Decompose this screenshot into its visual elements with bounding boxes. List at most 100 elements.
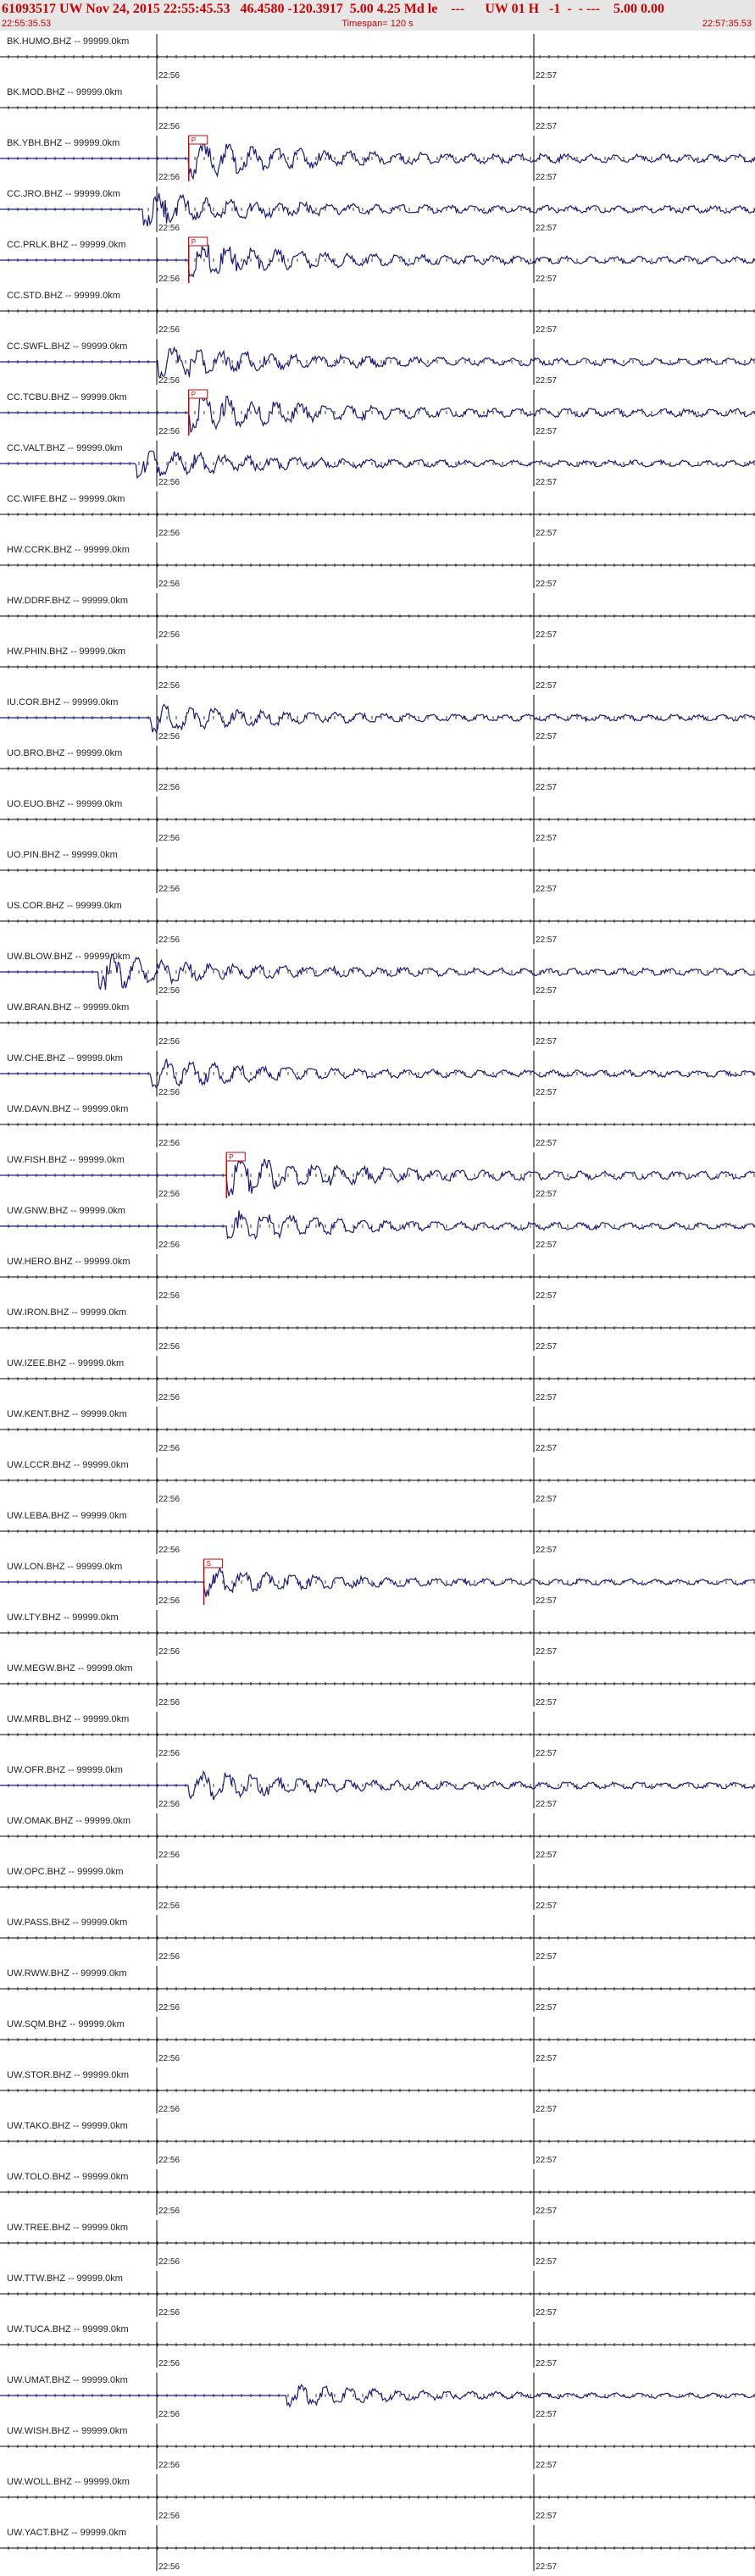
- time-tick-label: 22:57: [536, 2156, 557, 2165]
- time-tick-label: 22:57: [536, 2308, 557, 2318]
- channel-label: UW.GNW.BHZ -- 99999.0km: [7, 1206, 125, 1216]
- channel-label: IU.COR.BHZ -- 99999.0km: [7, 697, 118, 708]
- time-tick-label: 22:56: [158, 1190, 180, 1199]
- time-tick-label: 22:57: [536, 2512, 557, 2521]
- time-tick-label: 22:57: [536, 427, 557, 436]
- time-tick-label: 22:56: [158, 1037, 180, 1046]
- time-tick-label: 22:57: [536, 1342, 557, 1352]
- time-tick-label: 22:56: [158, 173, 180, 182]
- time-tick-label: 22:56: [158, 224, 180, 233]
- channel-label: HW.PHIN.BHZ -- 99999.0km: [7, 647, 125, 657]
- channel-label: UW.RWW.BHZ -- 99999.0km: [7, 1968, 127, 1979]
- time-tick-label: 22:56: [158, 935, 180, 945]
- time-tick-label: 22:57: [536, 885, 557, 894]
- time-tick-label: 22:56: [158, 2562, 180, 2572]
- channel-label: UW.DAVN.BHZ -- 99999.0km: [7, 1104, 128, 1114]
- pick-label: P: [229, 1153, 233, 1161]
- time-tick-label: 22:57: [536, 1495, 557, 1504]
- channel-label: UO.PIN.BHZ -- 99999.0km: [7, 850, 118, 860]
- channel-label: UW.OPC.BHZ -- 99999.0km: [7, 1867, 124, 1877]
- channel-label: UW.LEBA.BHZ -- 99999.0km: [7, 1511, 127, 1521]
- channel-label: UW.BRAN.BHZ -- 99999.0km: [7, 1002, 129, 1013]
- time-tick-label: 22:56: [158, 2207, 180, 2216]
- time-tick-label: 22:56: [158, 325, 180, 335]
- channel-label: UW.UMAT.BHZ -- 99999.0km: [7, 2375, 128, 2385]
- time-tick-label: 22:57: [536, 224, 557, 233]
- time-tick-label: 22:56: [158, 275, 180, 284]
- channel-label: UW.TUCA.BHZ -- 99999.0km: [7, 2324, 129, 2334]
- channel-label: CC.SWFL.BHZ -- 99999.0km: [7, 341, 127, 352]
- channel-label: CC.TCBU.BHZ -- 99999.0km: [7, 392, 127, 402]
- channel-label: UW.LTY.BHZ -- 99999.0km: [7, 1613, 119, 1623]
- channel-label: UW.STOR.BHZ -- 99999.0km: [7, 2070, 129, 2080]
- channel-label: CC.WIFE.BHZ -- 99999.0km: [7, 494, 125, 504]
- channel-label: UW.TAKO.BHZ -- 99999.0km: [7, 2121, 128, 2131]
- channel-label: UO.BRO.BHZ -- 99999.0km: [7, 748, 122, 758]
- time-tick-label: 22:56: [158, 885, 180, 894]
- channel-label: UW.KENT.BHZ -- 99999.0km: [7, 1409, 127, 1419]
- time-tick-label: 22:57: [536, 1291, 557, 1301]
- pick-label: P: [192, 238, 196, 246]
- time-tick-label: 22:56: [158, 580, 180, 589]
- pick-label: S: [207, 1560, 211, 1568]
- time-tick-label: 22:56: [158, 2105, 180, 2114]
- time-tick-label: 22:56: [158, 71, 180, 80]
- time-tick-label: 22:57: [536, 1800, 557, 1809]
- time-tick-label: 22:57: [536, 2207, 557, 2216]
- time-tick-label: 22:57: [536, 1190, 557, 1199]
- channel-label: UW.PASS.BHZ -- 99999.0km: [7, 1918, 127, 1928]
- time-tick-label: 22:57: [536, 2461, 557, 2470]
- time-tick-label: 22:57: [536, 1698, 557, 1707]
- channel-label: UW.TTW.BHZ -- 99999.0km: [7, 2273, 123, 2284]
- channel-label: UW.MEGW.BHZ -- 99999.0km: [7, 1663, 133, 1674]
- channel-label: UW.IRON.BHZ -- 99999.0km: [7, 1307, 126, 1318]
- channel-label: UW.MRBL.BHZ -- 99999.0km: [7, 1714, 129, 1724]
- trace-line: [0, 450, 755, 480]
- channel-label: CC.JRO.BHZ -- 99999.0km: [7, 189, 120, 199]
- time-tick-label: 22:56: [158, 1901, 180, 1911]
- time-tick-label: 22:56: [158, 630, 180, 640]
- time-tick-label: 22:57: [536, 834, 557, 843]
- time-tick-label: 22:56: [158, 681, 180, 691]
- channel-label: UW.HERO.BHZ -- 99999.0km: [7, 1257, 130, 1267]
- time-tick-label: 22:56: [158, 1698, 180, 1707]
- time-tick-label: 22:57: [536, 630, 557, 640]
- time-tick-label: 22:56: [158, 2257, 180, 2267]
- time-tick-label: 22:56: [158, 1444, 180, 1453]
- time-tick-label: 22:56: [158, 2410, 180, 2419]
- channel-label: CC.VALT.BHZ -- 99999.0km: [7, 443, 123, 453]
- time-tick-label: 22:56: [158, 122, 180, 131]
- time-tick-label: 22:57: [536, 1037, 557, 1046]
- time-tick-label: 22:57: [536, 1647, 557, 1657]
- time-tick-label: 22:57: [536, 1952, 557, 1962]
- channel-label: BK.YBH.BHZ -- 99999.0km: [7, 138, 119, 148]
- time-tick-label: 22:57: [536, 325, 557, 335]
- time-tick-label: 22:56: [158, 478, 180, 487]
- time-tick-label: 22:57: [536, 122, 557, 131]
- channel-label: UW.OFR.BHZ -- 99999.0km: [7, 1765, 123, 1775]
- trace-line: [0, 703, 755, 735]
- time-tick-label: 22:56: [158, 732, 180, 741]
- channel-label: UW.OMAK.BHZ -- 99999.0km: [7, 1816, 130, 1826]
- time-tick-label: 22:57: [536, 2257, 557, 2267]
- time-tick-label: 22:57: [536, 2410, 557, 2419]
- time-tick-label: 22:56: [158, 2359, 180, 2368]
- time-tick-label: 22:56: [158, 2512, 180, 2521]
- time-tick-label: 22:56: [158, 1749, 180, 1758]
- channel-label: UW.LON.BHZ -- 99999.0km: [7, 1562, 122, 1572]
- seismogram-plot: BK.HUMO.BHZ -- 99999.0km 22:56 22:57 BK.MOD…: [0, 34, 755, 2572]
- time-tick-label: 22:56: [158, 1342, 180, 1352]
- time-tick-label: 22:56: [158, 986, 180, 996]
- channel-label: HW.CCRK.BHZ -- 99999.0km: [7, 545, 130, 555]
- time-tick-label: 22:56: [158, 376, 180, 386]
- time-tick-label: 22:57: [536, 1088, 557, 1097]
- time-tick-label: 22:57: [536, 71, 557, 80]
- time-tick-label: 22:57: [536, 783, 557, 792]
- time-tick-label: 22:56: [158, 1139, 180, 1148]
- time-tick-label: 22:57: [536, 1444, 557, 1453]
- channel-label: UW.TREE.BHZ -- 99999.0km: [7, 2223, 128, 2233]
- time-tick-label: 22:56: [158, 1596, 180, 1606]
- channel-label: UW.IZEE.BHZ -- 99999.0km: [7, 1358, 124, 1368]
- end-time-label: 22:57:35.53: [702, 19, 752, 29]
- time-tick-label: 22:56: [158, 1952, 180, 1962]
